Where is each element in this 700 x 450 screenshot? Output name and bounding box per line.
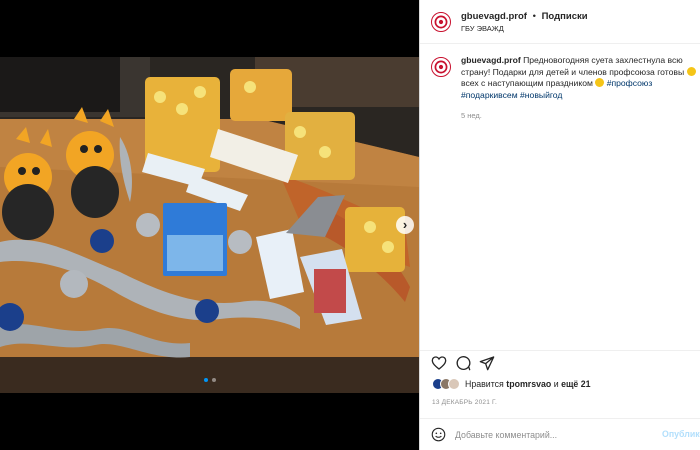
caption-text: gbuevagd.prof Предновогодняя суета захле… [461, 55, 700, 101]
header-subtitle: ГБУ ЭВАЖД [461, 24, 504, 33]
grin-emoji-icon [595, 78, 605, 87]
header-user-line: gbuevagd.prof • Подписки [461, 11, 588, 22]
add-comment-bar: Опубликовать [420, 418, 700, 450]
hashtag-link[interactable]: #подаркивсем [461, 90, 518, 100]
smile-icon[interactable] [431, 427, 446, 442]
post-sidebar: gbuevagd.prof • Подписки ГБУ ЭВАЖД gbuev… [419, 0, 700, 450]
following-button[interactable]: Подписки [542, 11, 588, 22]
hashtag-link[interactable]: #профсоюз [607, 78, 653, 88]
logo-icon[interactable] [431, 12, 451, 32]
heart-icon[interactable] [431, 355, 447, 371]
carousel-dot-2 [211, 378, 216, 382]
likes-middle: и [553, 379, 559, 389]
header-username[interactable]: gbuevagd.prof [461, 11, 527, 22]
likes-prefix: Нравится [465, 379, 504, 389]
carousel-dot-1 [203, 378, 208, 382]
action-bar [420, 350, 700, 372]
post-photo[interactable] [0, 57, 419, 393]
carousel-dots [0, 378, 419, 382]
comment-icon[interactable] [455, 355, 471, 371]
caption-avatar-logo-icon[interactable] [431, 57, 451, 77]
post-header: gbuevagd.prof • Подписки ГБУ ЭВАЖД [420, 0, 700, 44]
photo-pane: › [0, 0, 419, 450]
comment-input[interactable] [455, 427, 655, 442]
likes-line: Нравится tpomrsvao и ещё 21 [432, 378, 591, 390]
share-icon[interactable] [479, 355, 495, 371]
likes-text[interactable]: Нравится tpomrsvao и ещё 21 [465, 379, 591, 389]
header-separator: • [532, 11, 536, 22]
carousel-next-chevron-right-icon[interactable]: › [396, 216, 414, 234]
caption-body-2: всех с наступающим праздником [461, 78, 596, 88]
liker-avatar[interactable] [448, 378, 460, 390]
post-date[interactable]: 13 ДЕКАБРЬ 2021 Г. [432, 399, 497, 406]
liker-username[interactable]: tpomrsvao [506, 379, 551, 389]
caption-username[interactable]: gbuevagd.prof [461, 55, 521, 65]
caption-time[interactable]: 5 нед. [461, 111, 482, 120]
hashtag-link[interactable]: #новыйгод [520, 90, 562, 100]
smile-emoji-icon [686, 66, 696, 76]
publish-button[interactable]: Опубликовать [662, 429, 700, 439]
likes-count[interactable]: ещё 21 [561, 379, 590, 389]
